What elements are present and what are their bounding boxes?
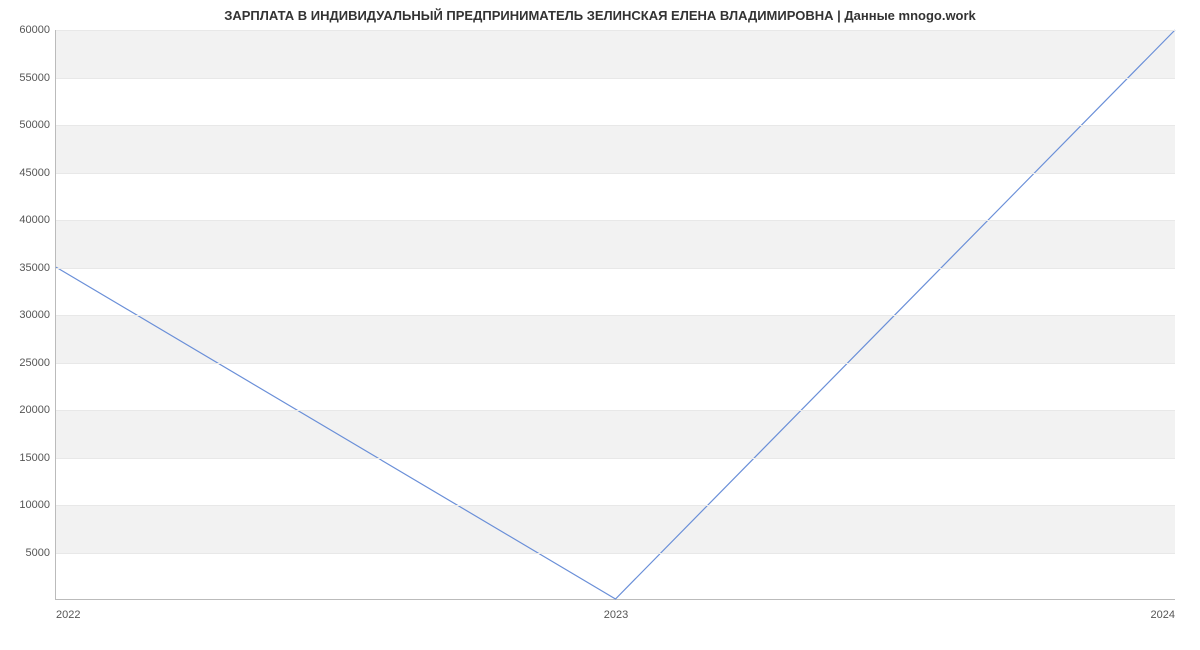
- y-tick-label: 15000: [19, 452, 50, 464]
- x-tick-label: 2024: [1151, 609, 1175, 621]
- y-gridline: [56, 78, 1175, 79]
- x-tick-label: 2023: [604, 609, 628, 621]
- y-tick-label: 30000: [19, 309, 50, 321]
- y-tick-label: 45000: [19, 167, 50, 179]
- y-tick-label: 35000: [19, 262, 50, 274]
- y-tick-label: 55000: [19, 72, 50, 84]
- y-tick-label: 40000: [19, 214, 50, 226]
- y-tick-label: 20000: [19, 404, 50, 416]
- y-tick-label: 25000: [19, 357, 50, 369]
- y-gridline: [56, 505, 1175, 506]
- y-gridline: [56, 173, 1175, 174]
- y-gridline: [56, 410, 1175, 411]
- plot-area: 5000100001500020000250003000035000400004…: [55, 30, 1175, 600]
- y-tick-label: 50000: [19, 119, 50, 131]
- y-tick-label: 5000: [26, 547, 50, 559]
- y-gridline: [56, 458, 1175, 459]
- y-gridline: [56, 553, 1175, 554]
- chart-title: ЗАРПЛАТА В ИНДИВИДУАЛЬНЫЙ ПРЕДПРИНИМАТЕЛ…: [0, 8, 1200, 23]
- chart-container: ЗАРПЛАТА В ИНДИВИДУАЛЬНЫЙ ПРЕДПРИНИМАТЕЛ…: [0, 0, 1200, 650]
- y-gridline: [56, 363, 1175, 364]
- y-gridline: [56, 315, 1175, 316]
- y-gridline: [56, 220, 1175, 221]
- y-tick-label: 60000: [19, 24, 50, 36]
- y-gridline: [56, 30, 1175, 31]
- y-gridline: [56, 268, 1175, 269]
- x-tick-label: 2022: [56, 609, 80, 621]
- y-tick-label: 10000: [19, 499, 50, 511]
- y-gridline: [56, 125, 1175, 126]
